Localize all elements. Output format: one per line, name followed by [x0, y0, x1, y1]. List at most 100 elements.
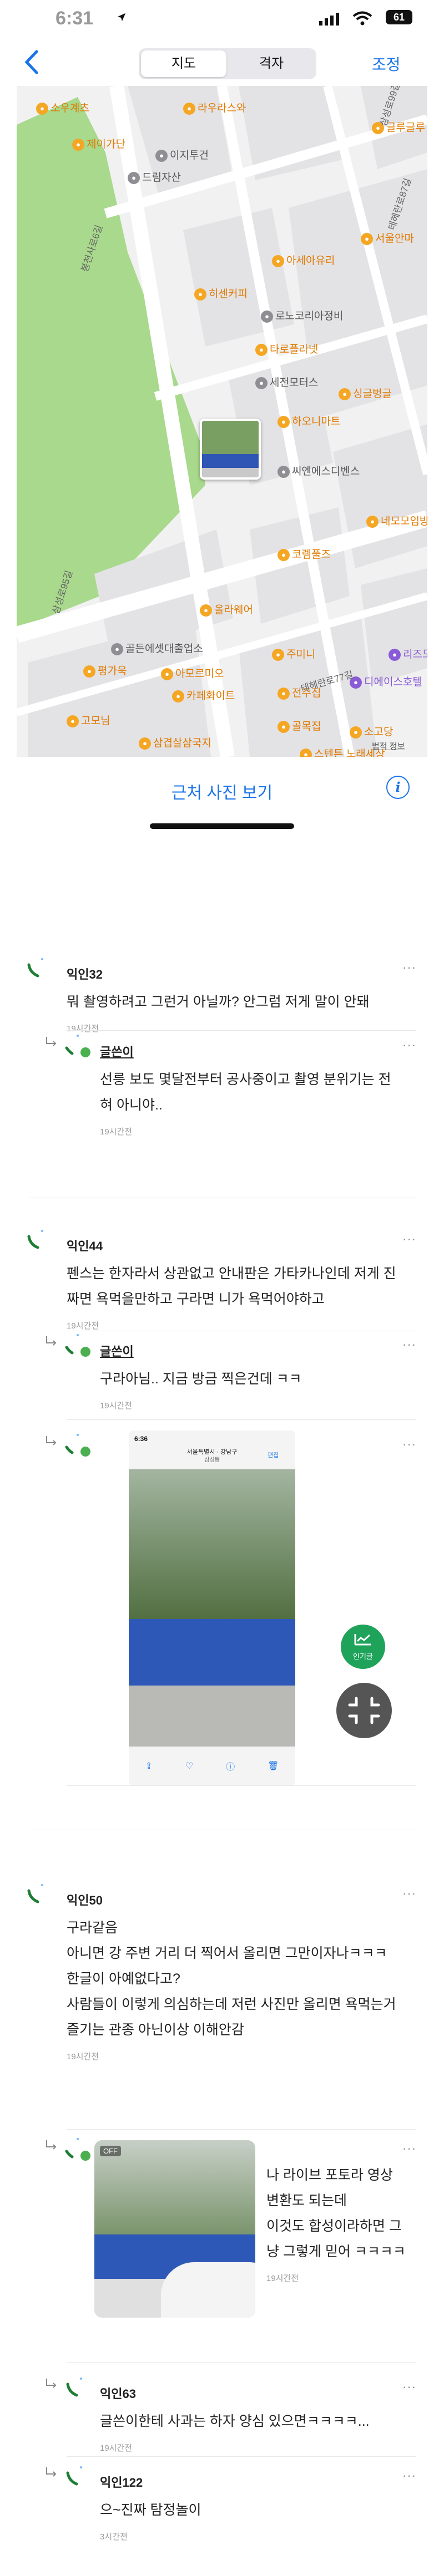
comment-line: 혀 아니야..	[100, 1097, 163, 1113]
reply-arrow-icon	[46, 2467, 57, 2477]
poi-pin-icon: ●	[139, 737, 151, 750]
map-poi[interactable]: ● 네모모임방	[366, 513, 427, 528]
block	[183, 208, 294, 347]
photo-screenshot: 6:31 61 지도 격자 조정 ● 소우계츠 ● 라우라스와 ● 제이가단 ●…	[17, 0, 427, 893]
poi-pin-icon: ●	[111, 643, 123, 655]
share-icon: ⇪	[145, 1762, 153, 1771]
map-poi[interactable]: ● 고모님	[67, 712, 110, 727]
comment-body: 선릉 보도 몇달전부터 공사중이고 촬영 분위기는 전혀 아니야.. 19시간전	[100, 1067, 400, 1137]
comment-author[interactable]: 글쓴이	[100, 1342, 400, 1360]
map-poi[interactable]: ● 서울안마	[361, 230, 414, 245]
map-poi[interactable]: ● 디에이스호텔	[350, 674, 422, 689]
adjust-button[interactable]: 조정	[372, 53, 401, 75]
comment-line: 선릉 보도 몇달전부터 공사중이고 촬영 분위기는 전	[100, 1072, 391, 1087]
map-view[interactable]: ● 소우계츠 ● 라우라스와 ● 제이가단 ● 이지투건 ● 드림자산 ● 아세아유리 ● 히센커피 ● 서울…	[17, 86, 427, 757]
map-poi[interactable]: ● 세전모터스	[255, 374, 318, 389]
embed-toolbar: ⇪ ♡ ⓘ 🗑	[129, 1752, 295, 1780]
poi-label: 네모모임방	[381, 516, 427, 527]
poi-label: 삼겹살삼국지	[153, 737, 211, 749]
poi-pin-icon: ●	[155, 149, 168, 162]
more-options-icon[interactable]: ···	[402, 960, 416, 975]
popular-label: 인기글	[353, 1652, 373, 1661]
home-indicator	[150, 823, 294, 829]
comment-author[interactable]: 익인44	[67, 1236, 400, 1254]
map-poi[interactable]: ● 리즈모	[389, 646, 427, 661]
embedded-screenshot[interactable]: 6:36 서울특별시 · 강남구 삼성동 편집 ⇪ ♡ ⓘ 🗑	[129, 1430, 295, 1785]
map-poi[interactable]: ● 드림자산	[128, 169, 181, 184]
comment-author[interactable]: 익인122	[100, 2473, 400, 2491]
collapse-button[interactable]	[336, 1683, 392, 1738]
map-poi[interactable]: ● 로노코리아정비	[261, 308, 343, 323]
poi-label: 하오니마트	[292, 416, 341, 427]
map-poi[interactable]: ● 삼겹살삼국지	[139, 735, 211, 750]
comment-line: 아니면 강 주변 거리 더 찍어서 올리면 그만이자나ㅋㅋㅋ	[67, 1946, 387, 1961]
segment-map[interactable]: 지도	[141, 50, 226, 77]
map-poi[interactable]: ● 하오니마트	[278, 413, 340, 428]
map-poi[interactable]: ● 아모르미오	[161, 665, 224, 680]
map-poi[interactable]: ● 이지투건	[155, 147, 209, 162]
comment-line: 냥 그렇게 믿어 ㅋㅋㅋㅋ	[266, 2244, 406, 2259]
map-poi[interactable]: ● 씨엔에스디벤스	[278, 463, 360, 478]
comment-divider	[67, 2362, 416, 2363]
more-options-icon[interactable]: ···	[402, 2141, 416, 2156]
more-options-icon[interactable]: ···	[402, 1337, 416, 1352]
comment-line: 글쓴이한테 사과는 하자 양심 있으면ㅋㅋㅋㅋ...	[100, 2414, 370, 2429]
comment-author[interactable]: 글쓴이	[100, 1042, 400, 1060]
comment-time: 3시간전	[100, 2532, 128, 2542]
popular-posts-button[interactable]: 인기글	[341, 1625, 385, 1669]
map-poi[interactable]: ● 라우라스와	[183, 100, 246, 115]
map-poi[interactable]: ● 타로플라넷	[255, 341, 318, 356]
comment-divider	[67, 2456, 416, 2457]
map-poi[interactable]: ● 골목집	[278, 718, 321, 733]
map-poi[interactable]: ● 카페화이트	[172, 688, 235, 702]
map-poi[interactable]: ● 평가욱	[83, 663, 127, 678]
map-poi[interactable]: ● 히센커피	[194, 286, 248, 301]
avatar-icon	[65, 1334, 90, 1357]
poi-label: 소고당	[364, 726, 393, 738]
map-poi[interactable]: ● 소고당	[350, 724, 393, 739]
car-shape	[161, 2262, 255, 2318]
map-poi[interactable]: ● 골든에셋대출업소	[111, 640, 203, 655]
map-poi[interactable]: ● 주미니	[272, 646, 315, 661]
location-arrow-icon	[117, 13, 126, 22]
comment-author[interactable]: 익인63	[100, 2384, 400, 2402]
map-poi[interactable]: ● 아세아유리	[272, 252, 335, 267]
comment: 익인63 글쓴이한테 사과는 하자 양심 있으면ㅋㅋㅋㅋ... 19시간전	[100, 2384, 400, 2453]
comment: 익인32 뭐 촬영하려고 그런거 아닐까? 안그럼 저게 말이 안돼 19시간전	[67, 965, 400, 1034]
reply-arrow-icon	[46, 1037, 57, 1046]
poi-label: 디에이스호텔	[364, 676, 422, 688]
map-poi[interactable]: ● 올라웨어	[200, 602, 253, 617]
segment-grid[interactable]: 격자	[229, 50, 314, 77]
info-icon[interactable]: i	[386, 776, 410, 799]
map-poi[interactable]: ● 싱글벙글	[339, 385, 392, 400]
poi-pin-icon: ●	[278, 548, 290, 561]
more-options-icon[interactable]: ···	[402, 1232, 416, 1246]
comment-divider	[67, 1419, 416, 1420]
map-poi[interactable]: ● 제이가단	[72, 136, 125, 151]
nearby-photos-button[interactable]: 근처 사진 보기	[17, 779, 427, 803]
reply-arrow-icon	[46, 1336, 57, 1346]
poi-label: 리즈모	[403, 649, 427, 660]
legal-link[interactable]: 법적 정보	[372, 740, 405, 752]
reply-arrow-icon	[46, 2140, 57, 2150]
poi-label: 세전모터스	[270, 377, 319, 389]
back-chevron-icon[interactable]	[21, 48, 43, 76]
comment-body: 뭐 촬영하려고 그런거 아닐까? 안그럼 저게 말이 안돼 19시간전	[67, 989, 400, 1034]
photo-thumbnail-pin[interactable]	[200, 419, 261, 480]
comment-author[interactable]: 익인50	[67, 1891, 400, 1908]
more-options-icon[interactable]: ···	[402, 2468, 416, 2483]
map-poi[interactable]: ● 코렘풀즈	[278, 546, 331, 561]
map-poi[interactable]: ● 소우계츠	[36, 100, 89, 115]
comment-time: 19시간전	[100, 2443, 133, 2453]
poi-pin-icon: ●	[350, 726, 362, 739]
poi-pin-icon: ●	[272, 254, 284, 267]
comment-time: 19시간전	[67, 2052, 99, 2061]
more-options-icon[interactable]: ···	[402, 2380, 416, 2394]
poi-pin-icon: ●	[339, 388, 351, 400]
more-options-icon[interactable]: ···	[402, 1437, 416, 1452]
live-photo[interactable]: OFF	[94, 2140, 255, 2318]
more-options-icon[interactable]: ···	[402, 1886, 416, 1901]
comment-author[interactable]: 익인32	[67, 965, 400, 982]
more-options-icon[interactable]: ···	[402, 1038, 416, 1052]
signal-icon	[319, 13, 339, 26]
